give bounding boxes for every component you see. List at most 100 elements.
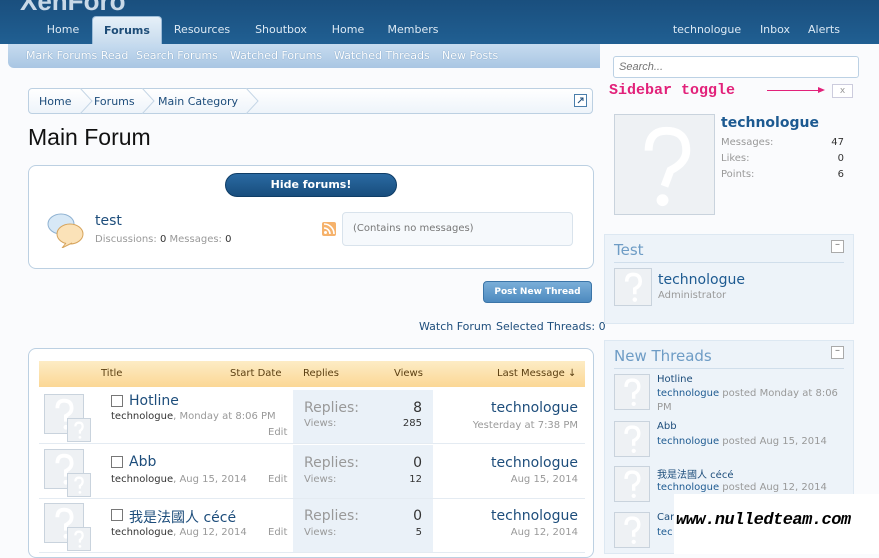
nav-tab-home-2[interactable]: Home [326, 16, 370, 44]
new-thread-meta: technologue posted Aug 12, 2014 [657, 482, 827, 493]
column-start-date[interactable]: Start Date [230, 368, 282, 379]
forum-speech-bubble-icon [47, 213, 84, 248]
staff-role: Administrator [658, 290, 727, 301]
new-thread-user[interactable]: technologue [657, 388, 719, 399]
views-count: 12 [409, 474, 422, 485]
breadcrumb-forums[interactable]: Forums [94, 95, 135, 108]
post-new-thread-button[interactable]: Post New Thread [483, 281, 592, 303]
edit-link[interactable]: Edit [268, 427, 287, 438]
column-replies[interactable]: Replies [303, 368, 339, 379]
last-post-date[interactable]: Aug 12, 2014 [439, 527, 578, 538]
new-thread-title[interactable]: Car [657, 512, 674, 523]
edit-link[interactable]: Edit [268, 474, 287, 485]
sidebar-toggle-button[interactable]: x [832, 84, 853, 98]
last-post-date[interactable]: Yesterday at 7:38 PM [439, 420, 578, 431]
new-thread-user[interactable]: technologue [657, 482, 719, 493]
profile-username[interactable]: technologue [721, 115, 819, 131]
breadcrumb-main-category[interactable]: Main Category [158, 95, 238, 108]
last-poster[interactable]: technologue [439, 508, 578, 524]
discussions-count: 0 [159, 234, 167, 245]
nav-tab-home[interactable]: Home [40, 16, 86, 44]
new-posts-link[interactable]: New Posts [442, 49, 498, 62]
watch-forum-link[interactable]: Watch Forum [419, 320, 492, 333]
thread-author[interactable]: technologue [111, 527, 173, 538]
avatar[interactable] [614, 512, 650, 548]
thread-date: Aug 12, 2014 [179, 527, 247, 538]
new-thread-date: posted Aug 15, 2014 [722, 436, 827, 447]
thread-title[interactable]: 我是法國人 cécé [129, 507, 236, 527]
breadcrumb-home[interactable]: Home [39, 95, 71, 108]
avatar[interactable] [614, 421, 650, 457]
selected-threads-label: Selected Threads: [496, 320, 596, 333]
breadcrumb: Home Forums Main Category [28, 88, 593, 114]
site-logo: XenForo [20, 0, 126, 16]
thread-title[interactable]: Abb [129, 454, 156, 470]
messages-label: Messages: [169, 234, 222, 245]
forum-title[interactable]: test [95, 213, 122, 229]
search-forums-link[interactable]: Search Forums [136, 49, 218, 62]
new-thread-user[interactable]: technologue [657, 436, 719, 447]
thread-meta: technologue, Aug 12, 2014 [111, 527, 247, 538]
thread-checkbox[interactable] [111, 456, 123, 468]
annotation-arrow-icon [767, 87, 825, 93]
edit-link[interactable]: Edit [268, 527, 287, 538]
collapse-icon[interactable]: – [831, 346, 844, 359]
nav-tab-forums[interactable]: Forums [92, 16, 162, 44]
selected-threads[interactable]: Selected Threads: 0 [496, 320, 606, 333]
inbox-link[interactable]: Inbox [756, 16, 794, 44]
sidebar-block-title: New Threads [614, 347, 712, 365]
thread-meta: technologue, Monday at 8:06 PM [111, 411, 276, 422]
watched-forums-link[interactable]: Watched Forums [230, 49, 322, 62]
new-thread-date: posted Monday at 8:06 [722, 388, 838, 399]
nav-tab-shoutbox[interactable]: Shoutbox [248, 16, 314, 44]
sidebar-block-title: Test [614, 241, 644, 259]
collapse-icon[interactable]: – [831, 240, 844, 253]
profile-avatar[interactable] [614, 114, 715, 215]
user-menu[interactable]: technologue [665, 16, 749, 44]
jump-to-icon[interactable] [574, 94, 587, 107]
thread-meta: technologue, Aug 15, 2014 [111, 474, 247, 485]
new-thread-user[interactable]: tec [657, 527, 673, 538]
thread-title[interactable]: Hotline [129, 393, 179, 409]
avatar[interactable] [614, 268, 652, 306]
column-last-message[interactable]: Last Message ↓ [497, 368, 576, 379]
mark-forums-read-link[interactable]: Mark Forums Read [26, 49, 128, 62]
last-poster[interactable]: technologue [439, 455, 578, 471]
watermark: www.nulledteam.com [676, 511, 851, 530]
thread-checkbox[interactable] [111, 509, 123, 521]
avatar-small[interactable] [67, 418, 91, 442]
divider [614, 262, 844, 263]
watched-threads-link[interactable]: Watched Threads [334, 49, 430, 62]
nav-tab-resources[interactable]: Resources [168, 16, 236, 44]
search-input[interactable] [613, 56, 859, 78]
table-row: Abb technologue, Aug 15, 2014 Edit Repli… [39, 445, 585, 499]
sub-navigation: Mark Forums Read Search Forums Watched F… [8, 44, 608, 68]
new-thread-title[interactable]: Abb [657, 421, 677, 432]
thread-author[interactable]: technologue [111, 411, 173, 422]
thread-author[interactable]: technologue [111, 474, 173, 485]
new-thread-title[interactable]: Hotline [657, 374, 693, 385]
new-thread-date-cont: PM [657, 402, 672, 413]
last-post-date[interactable]: Aug 15, 2014 [439, 474, 578, 485]
thread-date: Monday at 8:06 PM [179, 411, 276, 422]
column-views[interactable]: Views [394, 368, 423, 379]
alerts-link[interactable]: Alerts [804, 16, 844, 44]
stat-value: 6 [837, 169, 844, 180]
hide-forums-button[interactable]: Hide forums! [225, 173, 397, 197]
last-poster[interactable]: technologue [439, 400, 578, 416]
new-thread-title[interactable]: 我是法國人 cécé [657, 466, 733, 481]
avatar-small[interactable] [67, 527, 91, 551]
column-title[interactable]: Title [101, 368, 122, 379]
sidebar-toggle-annotation: Sidebar toggle [609, 82, 736, 99]
staff-username[interactable]: technologue [658, 272, 745, 288]
views-count: 285 [402, 418, 422, 429]
forum-last-post: (Contains no messages) [342, 212, 573, 246]
thread-checkbox[interactable] [111, 395, 123, 407]
avatar-small[interactable] [67, 473, 91, 497]
nav-tab-members[interactable]: Members [384, 16, 442, 44]
rss-icon[interactable] [322, 222, 336, 236]
replies-count: 8 [413, 400, 422, 416]
avatar[interactable] [614, 374, 650, 410]
page-title: Main Forum [28, 124, 151, 150]
avatar[interactable] [614, 466, 650, 502]
